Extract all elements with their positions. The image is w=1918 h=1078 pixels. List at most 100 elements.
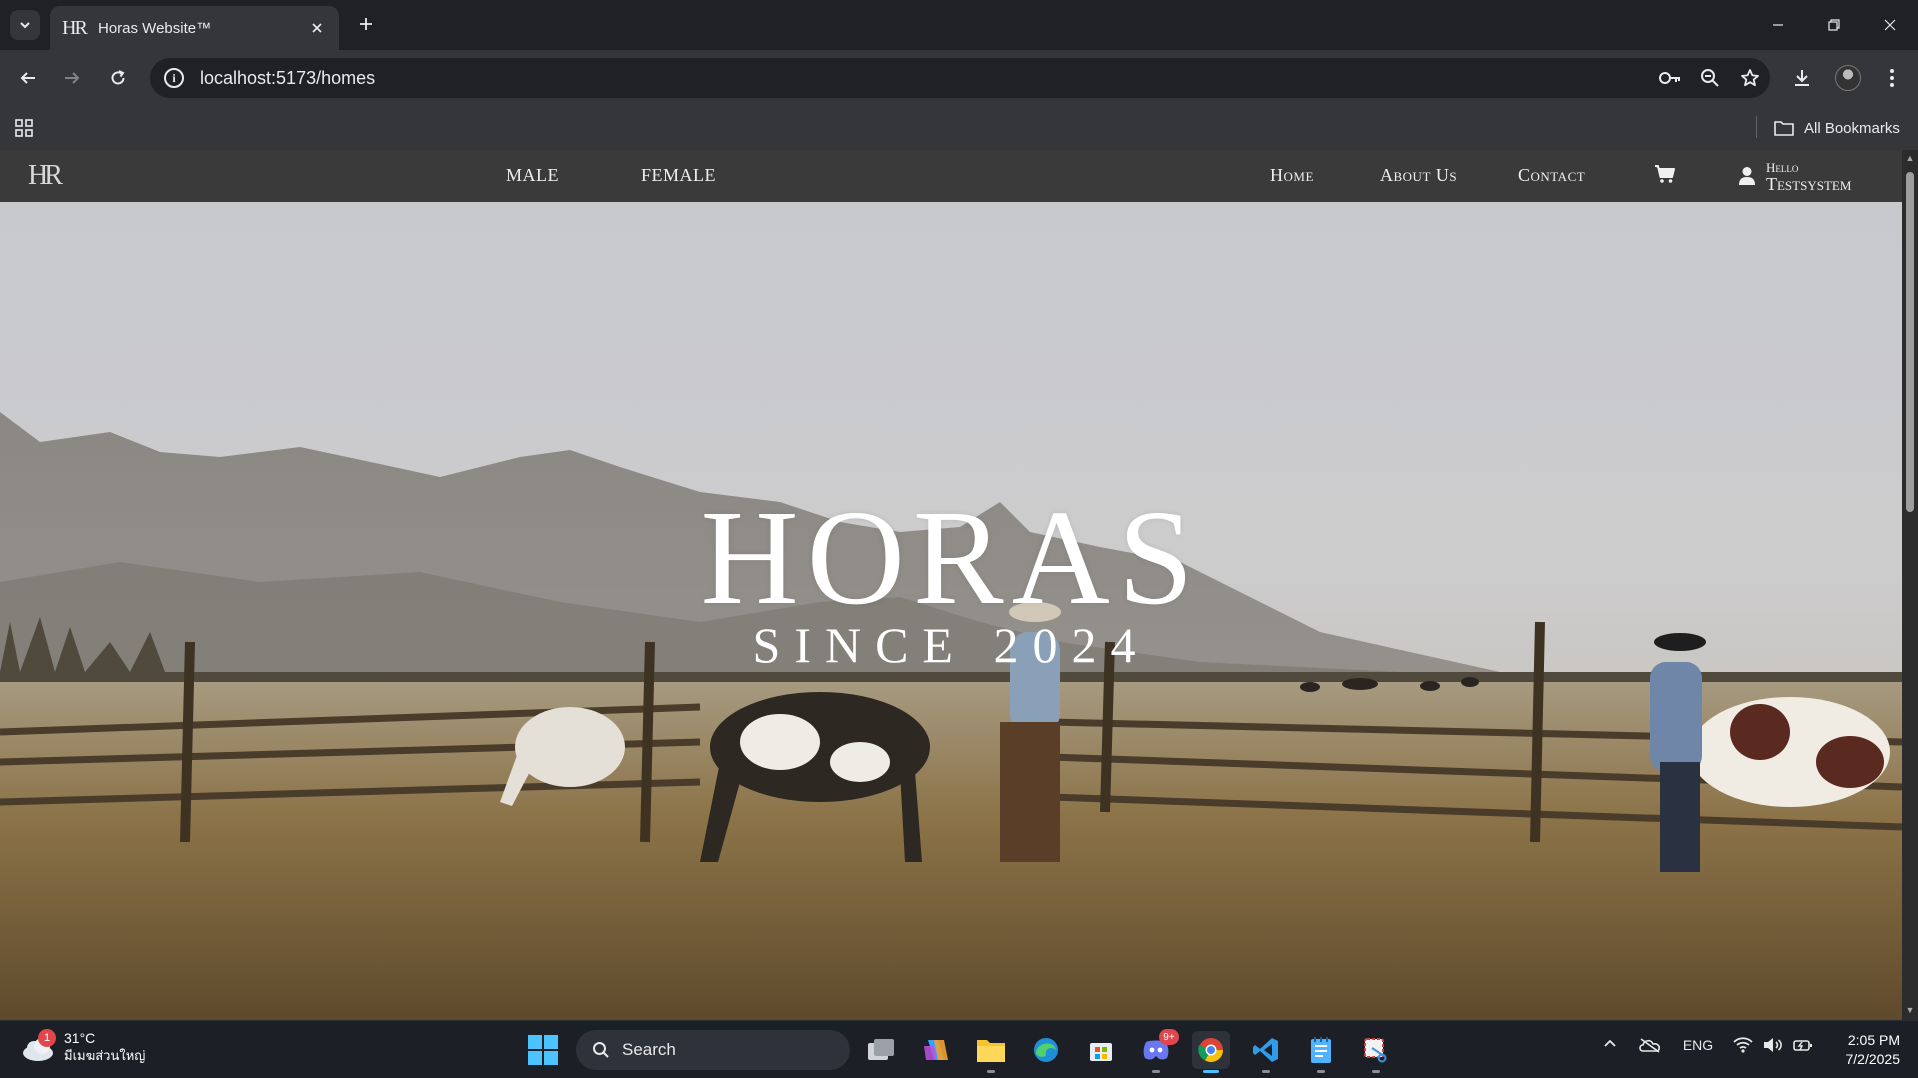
tab-search-button[interactable] — [10, 10, 40, 40]
restore-icon — [1828, 19, 1840, 31]
vscode-icon — [1253, 1038, 1278, 1062]
minimize-button[interactable] — [1750, 0, 1806, 50]
taskbar-search[interactable]: Search — [576, 1030, 850, 1070]
taskbar-clock[interactable]: 2:05 PM 7/2/2025 — [1830, 1031, 1901, 1069]
search-icon — [593, 1042, 609, 1058]
taskbar-search-label: Search — [622, 1040, 676, 1059]
reload-icon — [111, 70, 125, 85]
clock-date: 7/2/2025 — [1845, 1051, 1901, 1067]
store-icon — [1090, 1043, 1112, 1061]
download-icon — [1795, 70, 1809, 86]
restore-button[interactable] — [1806, 0, 1862, 50]
discord-app[interactable]: 9+ — [1137, 1029, 1179, 1073]
task-view-button[interactable] — [862, 1031, 900, 1069]
weather-widget[interactable]: 1 31°C มีเมฆส่วนใหญ่ — [20, 1029, 145, 1065]
password-key-icon[interactable] — [1650, 58, 1690, 98]
page-scrollbar[interactable]: ▲ ▼ — [1902, 150, 1918, 1020]
chrome-icon — [1198, 1038, 1223, 1063]
edge-app[interactable] — [1027, 1031, 1065, 1069]
task-view-icon — [868, 1039, 894, 1060]
file-explorer-app[interactable] — [972, 1031, 1010, 1073]
running-indicator — [1152, 1070, 1160, 1073]
volume-icon[interactable] — [1760, 1037, 1786, 1053]
weather-temperature: 31°C — [64, 1030, 96, 1046]
apps-button[interactable] — [12, 116, 36, 140]
all-bookmarks-label: All Bookmarks — [1804, 119, 1900, 137]
scrollbar-thumb[interactable] — [1906, 172, 1914, 512]
page-viewport: HR MALE FEMALE Home About Us Contact Hel… — [0, 150, 1918, 1020]
input-language-indicator[interactable]: ENG — [1678, 1037, 1718, 1053]
close-window-button[interactable] — [1862, 0, 1918, 50]
running-indicator — [1203, 1070, 1219, 1073]
folder-icon — [1774, 121, 1794, 136]
start-button[interactable] — [528, 1035, 558, 1065]
weather-badge: 1 — [38, 1029, 56, 1047]
reload-button[interactable] — [102, 62, 134, 94]
back-button[interactable] — [12, 62, 44, 94]
nav-link-about-us[interactable]: About Us — [1380, 165, 1457, 186]
running-indicator — [987, 1070, 995, 1073]
browser-menu-button[interactable] — [1876, 62, 1908, 94]
user-account[interactable]: Hello Testsystem — [1738, 160, 1851, 193]
nav-link-contact[interactable]: Contact — [1518, 165, 1585, 186]
vscode-app[interactable] — [1247, 1031, 1285, 1073]
browser-tab[interactable]: HR Horas Website™ — [50, 6, 339, 50]
battery-icon[interactable] — [1790, 1037, 1816, 1053]
store-app[interactable] — [1082, 1031, 1120, 1069]
nav-link-male[interactable]: MALE — [506, 165, 559, 186]
zoom-icon[interactable] — [1690, 58, 1730, 98]
weather-cloud-icon: 1 — [20, 1029, 56, 1063]
tab-title: Horas Website™ — [98, 19, 212, 37]
star-icon[interactable] — [1730, 58, 1770, 98]
forward-button[interactable] — [56, 62, 88, 94]
running-indicator — [1317, 1070, 1325, 1073]
edge-icon — [1034, 1038, 1058, 1062]
notepad-app[interactable] — [1302, 1031, 1340, 1073]
windows-logo-tile — [528, 1035, 542, 1049]
more-vertical-icon — [1890, 69, 1894, 87]
chrome-app[interactable] — [1192, 1031, 1230, 1073]
address-bar[interactable]: i localhost:5173/homes — [150, 58, 1770, 98]
onedrive-icon[interactable] — [1636, 1037, 1664, 1053]
chevron-down-icon — [20, 22, 30, 29]
copilot-icon — [924, 1040, 948, 1060]
scroll-down-icon[interactable]: ▼ — [1905, 1005, 1915, 1015]
plus-icon — [360, 18, 372, 30]
all-bookmarks-button[interactable]: All Bookmarks — [1774, 114, 1900, 142]
downloads-button[interactable] — [1786, 62, 1818, 94]
site-navbar: HR MALE FEMALE Home About Us Contact Hel… — [0, 150, 1902, 202]
cart-icon[interactable] — [1654, 164, 1676, 186]
notepad-icon — [1311, 1037, 1331, 1063]
nav-link-female[interactable]: FEMALE — [641, 165, 716, 186]
site-info-icon[interactable]: i — [164, 68, 184, 88]
user-icon — [1739, 167, 1755, 185]
arrow-right-icon — [65, 72, 80, 84]
windows-taskbar: 1 31°C มีเมฆส่วนใหญ่ Search 9+ ENG 2:05 … — [0, 1020, 1918, 1078]
show-hidden-icons-button[interactable] — [1598, 1037, 1622, 1051]
minimize-icon — [1773, 24, 1783, 26]
folder-icon — [977, 1040, 1005, 1062]
chevron-up-icon — [1604, 1039, 1616, 1047]
close-icon — [1884, 19, 1896, 31]
tab-close-button[interactable] — [307, 18, 327, 38]
avatar — [1835, 65, 1861, 91]
snipping-tool-app[interactable] — [1357, 1031, 1395, 1073]
copilot-app[interactable] — [917, 1031, 955, 1069]
hero-subtitle: SINCE 2024 — [752, 617, 1150, 673]
nav-link-home[interactable]: Home — [1270, 165, 1314, 186]
wifi-icon[interactable] — [1730, 1037, 1756, 1053]
user-greeting-block: Hello Testsystem — [1766, 160, 1851, 193]
profile-button[interactable] — [1832, 62, 1864, 94]
new-tab-button[interactable] — [352, 10, 380, 38]
hero-banner: HORAS SINCE 2024 — [0, 202, 1902, 1020]
site-logo[interactable]: HR — [28, 160, 63, 192]
url-text[interactable]: localhost:5173/homes — [200, 68, 1650, 89]
weather-condition: มีเมฆส่วนใหญ่ — [64, 1048, 146, 1063]
scroll-up-icon[interactable]: ▲ — [1905, 153, 1915, 163]
clock-time: 2:05 PM — [1847, 1032, 1900, 1048]
snipping-tool-icon — [1364, 1038, 1387, 1063]
tab-favicon: HR — [62, 16, 88, 39]
browser-toolbar: i localhost:5173/homes — [0, 50, 1918, 106]
discord-notification-badge: 9+ — [1159, 1029, 1179, 1045]
weather-text: 31°C มีเมฆส่วนใหญ่ — [64, 1029, 145, 1065]
